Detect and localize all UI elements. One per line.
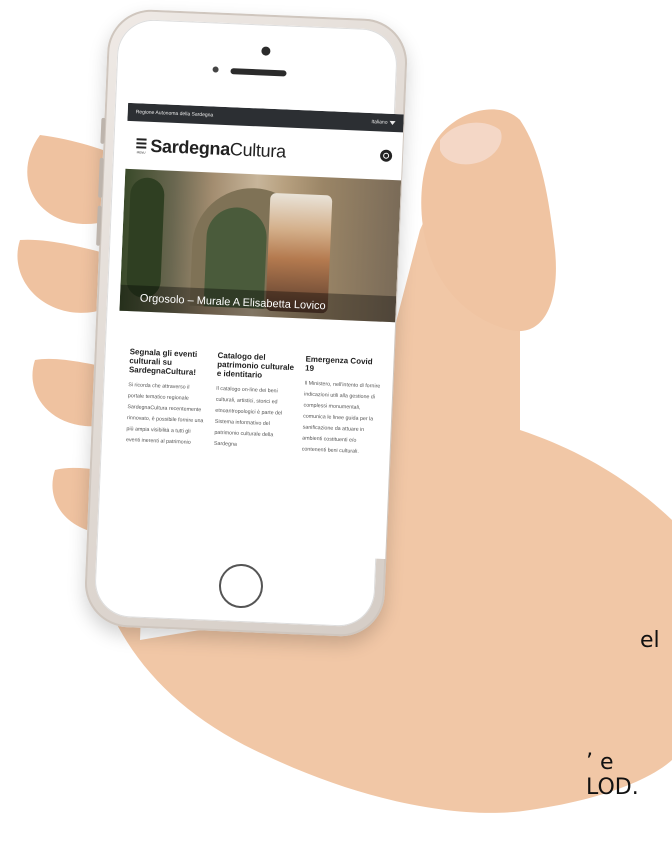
search-icon[interactable] <box>379 149 393 162</box>
news-card-text: Si ricorda che attraverso il portale tem… <box>125 382 204 446</box>
news-card-text: Il catalogo on-line dei beni culturali, … <box>213 385 283 448</box>
chevron-down-icon <box>389 120 396 126</box>
news-card-title[interactable]: Catalogo del patrimonio culturale e iden… <box>217 351 296 381</box>
news-card[interactable]: Emergenza Covid 19 Il Ministero, nell'in… <box>302 355 384 459</box>
phone-screen: Regione Autonoma della Sardegna Italiano… <box>109 102 404 560</box>
hamburger-menu-icon[interactable]: MENU <box>136 137 147 155</box>
region-link[interactable]: Regione Autonoma della Sardegna <box>136 109 214 118</box>
news-card-title[interactable]: Emergenza Covid 19 <box>305 355 384 376</box>
phone-side-button <box>96 205 102 246</box>
brand-name: SardegnaCultura <box>150 135 286 162</box>
news-card-title[interactable]: Segnala gli eventi culturali su Sardegna… <box>129 347 208 377</box>
tree-shape <box>125 177 165 299</box>
news-card[interactable]: Catalogo del patrimonio culturale e iden… <box>214 351 296 455</box>
brand-bold: Sardegna <box>149 135 231 159</box>
hero-image[interactable]: Orgosolo – Murale A Elisabetta Lovico <box>119 168 402 323</box>
phone-side-button <box>98 157 104 198</box>
menu-label: MENU <box>136 149 146 155</box>
brand-regular: Cultura <box>229 138 287 162</box>
news-card[interactable]: Segnala gli eventi culturali su Sardegna… <box>126 347 208 451</box>
language-label: Italiano <box>371 119 388 126</box>
news-cards: Segnala gli eventi culturali su Sardegna… <box>114 311 395 459</box>
sensor-icon <box>212 66 219 73</box>
news-card-text: Il Ministero, nell'intento di fornire in… <box>301 380 381 455</box>
background-text-fragment-1: el <box>640 628 660 653</box>
phone-mockup: Regione Autonoma della Sardegna Italiano… <box>83 7 409 639</box>
phone-face: Regione Autonoma della Sardegna Italiano… <box>93 18 404 628</box>
language-selector[interactable]: Italiano <box>371 119 396 126</box>
home-button[interactable] <box>218 563 264 609</box>
phone-side-button <box>100 117 106 144</box>
site-logo[interactable]: MENU SardegnaCultura <box>136 135 286 162</box>
speaker-grille <box>230 68 287 77</box>
background-text-fragment-2: ’ e LOD. <box>586 750 639 800</box>
front-camera-icon <box>261 46 271 56</box>
hero-caption: Orgosolo – Murale A Elisabetta Lovico <box>139 292 326 313</box>
